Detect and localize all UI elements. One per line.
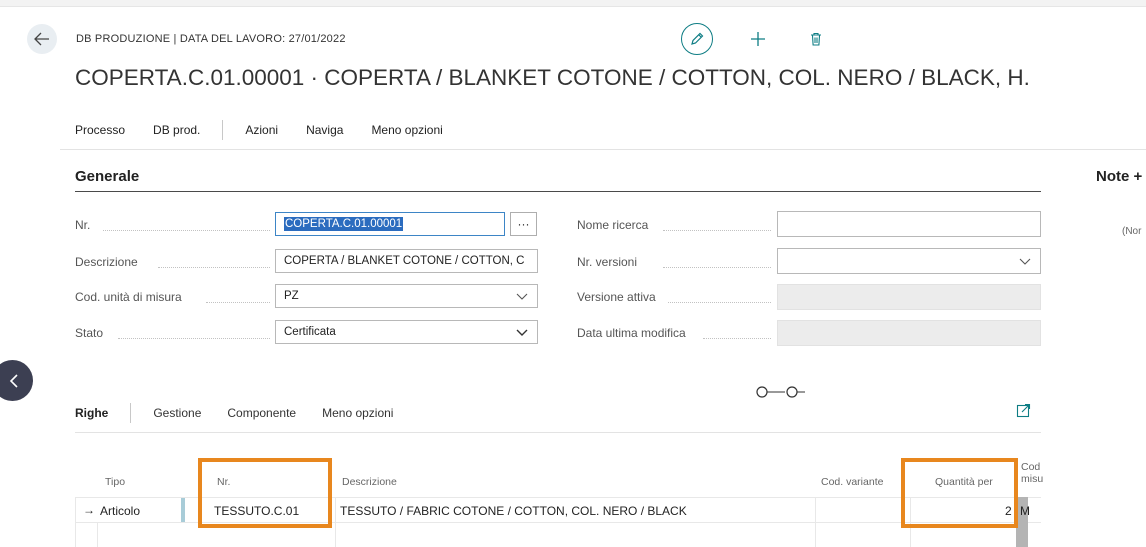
note-title-text: Note [1096,168,1130,185]
share-icon[interactable] [1016,403,1031,418]
righe-separator [130,403,132,423]
note-add-icon[interactable]: + [1134,168,1143,185]
col-header-cod-misura[interactable]: Cod misu [1021,461,1043,485]
righe-divider [75,432,1041,433]
stato-label-leader [118,338,270,339]
nr-versioni-select[interactable] [777,248,1041,274]
back-button[interactable] [27,24,57,54]
nr-field-value: COPERTA.C.01.00001 [284,217,404,231]
versione-attiva-field [777,284,1041,310]
descrizione-label: Descrizione [75,255,138,269]
delete-button[interactable] [807,28,825,50]
cod-unita-label-leader [206,302,270,303]
data-ultima-label: Data ultima modifica [577,326,686,340]
nr-label-leader [103,230,270,231]
righe-title[interactable]: Righe [75,406,108,420]
col-header-cod-misura-line2: misu [1021,473,1044,485]
page-title: COPERTA.C.01.00001 · COPERTA / BLANKET C… [75,65,1030,90]
note-title[interactable]: Note + [1096,168,1142,185]
cell-descrizione[interactable]: TESSUTO / FABRIC COTONE / COTTON, COL. N… [340,504,687,518]
row-selector-marker[interactable] [181,498,185,522]
pencil-icon [691,32,704,45]
nr-lookup-button[interactable]: ··· [510,212,537,236]
col-header-cod-misura-line1: Cod [1021,461,1041,473]
action-bar: Processo DB prod. Azioni Naviga Meno opz… [75,119,471,141]
action-meno-opzioni[interactable]: Meno opzioni [371,123,442,137]
cod-unita-label: Cod. unità di misura [75,290,182,304]
stato-value: Certificata [284,326,336,338]
chevron-down-icon [1019,258,1031,265]
resize-handle[interactable] [755,383,805,401]
col-header-cod-variante[interactable]: Cod. variante [821,476,883,488]
action-naviga[interactable]: Naviga [306,123,343,137]
righe-action-gestione[interactable]: Gestione [153,406,201,420]
nr-versioni-label-leader [663,267,771,268]
descrizione-label-leader [158,267,270,268]
edit-button[interactable] [681,23,713,55]
table-col-line [97,522,98,547]
breadcrumb: DB PRODUZIONE | DATA DEL LAVORO: 27/01/2… [76,33,346,45]
cell-nr[interactable]: TESSUTO.C.01 [214,504,299,518]
trash-icon [811,32,821,46]
col-header-tipo[interactable]: Tipo [105,476,125,488]
righe-bar: Righe Gestione Componente Meno opzioni [75,403,419,423]
chevron-down-icon [516,329,528,336]
stato-label: Stato [75,326,104,340]
nome-ricerca-field[interactable] [777,211,1041,237]
collapse-panel-button[interactable] [0,360,33,401]
note-placeholder: (Nor [1122,226,1142,237]
cell-cod-misura[interactable]: M [1020,504,1030,518]
cell-quantita-per[interactable]: 2 [1005,504,1012,518]
plus-icon [751,32,765,46]
section-underline [75,191,1041,192]
data-ultima-label-leader [703,338,771,339]
nr-versioni-label: Nr. versioni [577,255,638,269]
data-ultima-field [777,320,1041,346]
action-separator [222,120,224,140]
chevron-down-icon [516,293,528,300]
new-button[interactable] [748,26,768,52]
nome-ricerca-label: Nome ricerca [577,218,649,232]
col-header-quantita-per[interactable]: Quantità per [935,476,993,488]
row-arrow: → [83,503,95,517]
descrizione-field-value: COPERTA / BLANKET COTONE / COTTON, C [284,255,525,267]
righe-action-meno-opzioni[interactable]: Meno opzioni [322,406,393,420]
section-title-generale[interactable]: Generale [75,168,139,185]
cod-unita-value: PZ [284,290,299,302]
cell-tipo[interactable]: Articolo [100,504,140,518]
nr-field[interactable]: COPERTA.C.01.00001 [275,212,505,236]
righe-action-componente[interactable]: Componente [227,406,296,420]
stato-select[interactable]: Certificata [275,320,538,344]
action-azioni[interactable]: Azioni [245,123,278,137]
cod-unita-select[interactable]: PZ [275,284,538,308]
versione-attiva-label-leader [668,302,771,303]
action-processo[interactable]: Processo [75,123,125,137]
nr-label: Nr. [75,218,91,232]
table-row-line [75,522,1041,523]
col-header-descrizione[interactable]: Descrizione [342,476,397,488]
chevron-left-icon [9,373,18,388]
top-strip [0,0,1146,7]
back-arrow-icon [34,32,49,46]
table-row[interactable]: → Articolo TESSUTO.C.01 TESSUTO / FABRIC… [75,498,1041,522]
col-header-nr[interactable]: Nr. [217,476,230,488]
versione-attiva-label: Versione attiva [577,290,656,304]
action-db-prod[interactable]: DB prod. [153,123,200,137]
action-bar-divider [60,149,1146,150]
nome-ricerca-label-leader [663,230,771,231]
descrizione-field[interactable]: COPERTA / BLANKET COTONE / COTTON, C [275,249,538,273]
